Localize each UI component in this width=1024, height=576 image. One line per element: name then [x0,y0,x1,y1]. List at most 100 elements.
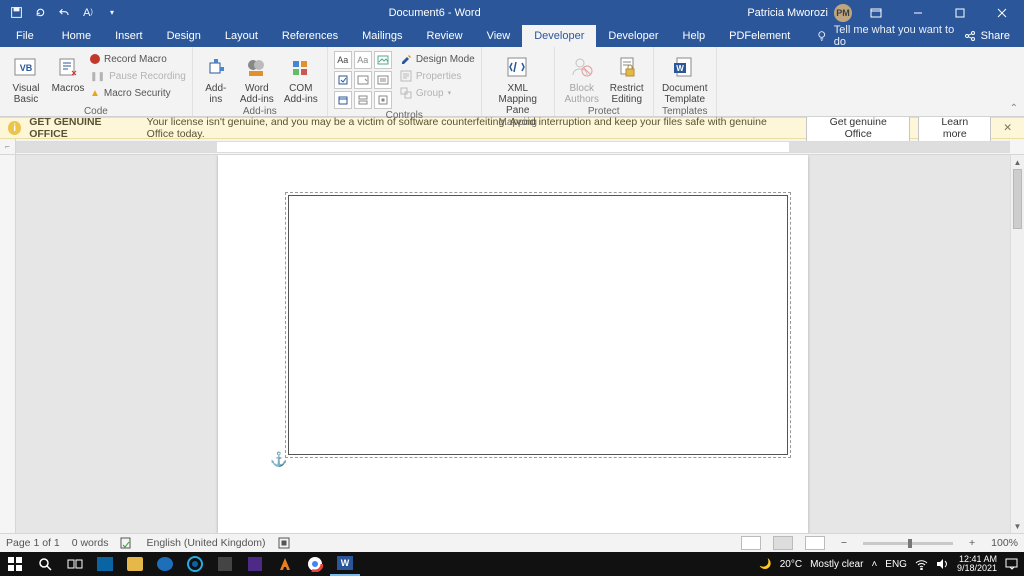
input-language[interactable]: ENG [885,559,907,570]
weather-cond[interactable]: Mostly clear [810,559,863,570]
tab-file[interactable]: File [0,25,50,47]
get-genuine-button[interactable]: Get genuine Office [806,113,911,143]
collapse-ribbon-icon[interactable]: ⌃ [1010,103,1018,114]
vertical-scrollbar[interactable]: ▲ ▼ [1010,155,1024,533]
banner-close-icon[interactable]: ✕ [999,122,1016,134]
document-template-button[interactable]: W Document Template [660,51,710,105]
ruler-corner: ⌐ [0,139,16,154]
taskbar-app-7[interactable] [270,552,300,576]
taskbar-app-4[interactable] [180,552,210,576]
maximize-button[interactable] [942,0,978,25]
user-name[interactable]: Patricia Mworozi [747,7,828,19]
close-button[interactable] [984,0,1020,25]
lightbulb-icon [816,30,827,42]
weather-icon[interactable]: 🌙 [759,559,771,570]
wifi-icon[interactable] [915,559,928,570]
taskbar-app-5[interactable] [210,552,240,576]
read-mode-icon[interactable] [741,536,761,550]
search-icon[interactable] [30,552,60,576]
scroll-up-icon[interactable]: ▲ [1011,155,1024,169]
repeat-icon[interactable] [30,3,50,23]
tab-pdfelement[interactable]: PDFelement [717,25,802,47]
document-area[interactable]: ⚓ [16,155,1010,533]
tab-developer[interactable]: Developer [522,25,596,47]
tell-me[interactable]: Tell me what you want to do [802,25,963,47]
tab-review[interactable]: Review [415,25,475,47]
group-addins: Add- ins Word Add-ins COM Add-ins Add-in… [193,47,328,116]
word-count[interactable]: 0 words [72,537,109,549]
share-button[interactable]: Share [964,25,1024,47]
tab-design[interactable]: Design [155,25,213,47]
xml-mapping-button[interactable]: XML Mapping Pane [488,51,548,116]
qat-more-icon[interactable]: ▾ [102,3,122,23]
word-addins-button[interactable]: Word Add-ins [237,51,277,105]
page-indicator[interactable]: Page 1 of 1 [6,537,60,549]
macros-icon [54,53,82,81]
rich-text-control-icon[interactable]: Aa [334,51,352,69]
font-size-icon[interactable]: A) [78,3,98,23]
zoom-slider[interactable] [863,542,953,545]
web-layout-icon[interactable] [805,536,825,550]
design-mode-button[interactable]: Design Mode [400,51,475,67]
pause-recording-button: ❚❚Pause Recording [90,68,186,84]
zoom-in-button[interactable]: + [965,537,979,549]
tab-mailings[interactable]: Mailings [350,25,414,47]
taskbar-app-2[interactable] [120,552,150,576]
visual-basic-button[interactable]: VB Visual Basic [6,51,46,105]
minimize-button[interactable] [900,0,936,25]
horizontal-ruler[interactable]: ⌐ [0,139,1024,155]
macros-button[interactable]: Macros [50,51,86,94]
macro-security-button[interactable]: ▲Macro Security [90,85,186,101]
ribbon-display-icon[interactable] [858,0,894,25]
taskbar-word-icon[interactable]: W [330,552,360,576]
tab-view[interactable]: View [475,25,523,47]
date-control-icon[interactable] [334,91,352,109]
taskbar-app-6[interactable] [240,552,270,576]
macro-status-icon[interactable] [278,537,290,549]
restrict-editing-button[interactable]: Restrict Editing [607,51,647,105]
spell-check-icon[interactable] [120,537,134,549]
tab-insert[interactable]: Insert [103,25,155,47]
com-addins-button[interactable]: COM Add-ins [281,51,321,105]
tab-help[interactable]: Help [671,25,718,47]
zoom-out-button[interactable]: − [837,537,851,549]
tray-chevron-icon[interactable]: ˄ [871,559,877,570]
ruler-track [16,141,1010,153]
plain-text-control-icon[interactable]: Aa [354,51,372,69]
dropdown-control-icon[interactable] [374,71,392,89]
clock[interactable]: 12:41 AM 9/18/2021 [957,555,997,573]
avatar[interactable]: PM [834,4,852,22]
notifications-icon[interactable] [1005,558,1018,570]
tab-developer[interactable]: Developer [596,25,670,47]
learn-more-button[interactable]: Learn more [918,113,991,143]
record-macro-button[interactable]: Record Macro [90,51,186,67]
taskbar-app-8[interactable] [300,552,330,576]
page[interactable]: ⚓ [218,155,808,533]
volume-icon[interactable] [936,558,949,570]
group-code: VB Visual Basic Macros Record Macro ❚❚Pa… [0,47,193,116]
taskbar-app-3[interactable] [150,552,180,576]
weather-temp[interactable]: 20°C [780,559,802,570]
start-button[interactable] [0,552,30,576]
vertical-ruler[interactable] [0,155,16,533]
legacy-tools-icon[interactable] [374,91,392,109]
picture-control-icon[interactable] [374,51,392,69]
tab-home[interactable]: Home [50,25,103,47]
language-indicator[interactable]: English (United Kingdom) [146,537,265,549]
combobox-control-icon[interactable] [354,71,372,89]
tab-references[interactable]: References [270,25,350,47]
repeating-control-icon[interactable] [354,91,372,109]
scroll-down-icon[interactable]: ▼ [1011,519,1024,533]
banner-heading: GET GENUINE OFFICE [29,116,138,140]
zoom-level[interactable]: 100% [991,537,1018,549]
undo-icon[interactable] [54,3,74,23]
addins-button[interactable]: Add- ins [199,51,233,105]
save-icon[interactable] [6,3,26,23]
text-box[interactable] [288,195,788,455]
taskbar-app-1[interactable] [90,552,120,576]
task-view-icon[interactable] [60,552,90,576]
checkbox-control-icon[interactable] [334,71,352,89]
tab-layout[interactable]: Layout [213,25,270,47]
print-layout-icon[interactable] [773,536,793,550]
scroll-thumb[interactable] [1013,169,1022,229]
